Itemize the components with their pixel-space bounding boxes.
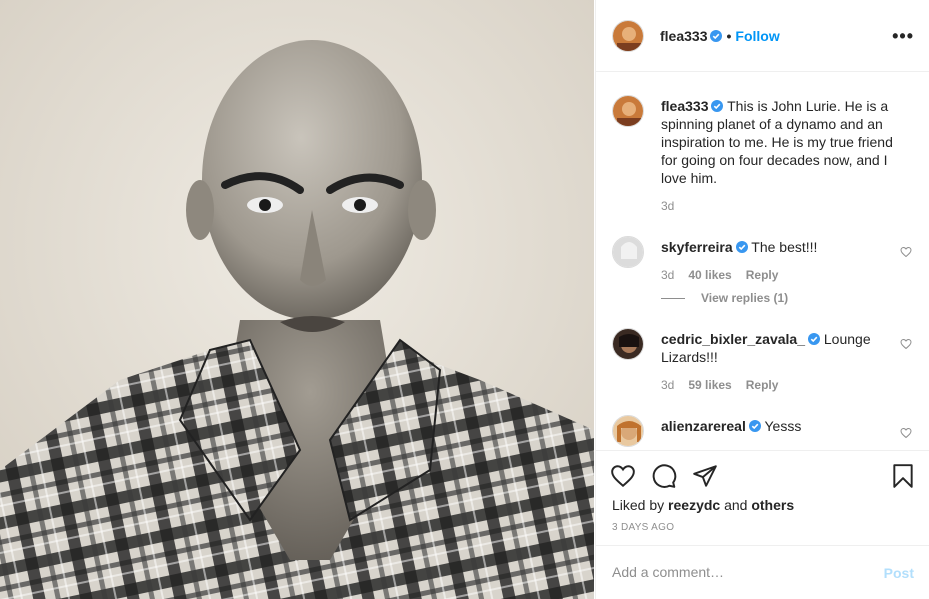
caption-avatar[interactable] (612, 95, 644, 127)
reply-button[interactable]: Reply (746, 268, 779, 282)
comment-text: The best!!! (751, 239, 818, 255)
bookmark-icon[interactable] (890, 463, 916, 489)
verified-badge-icon (710, 30, 723, 42)
comment-meta: 3d 40 likes Reply (661, 268, 778, 282)
add-comment-bar: Post (596, 545, 929, 599)
commenter-avatar[interactable] (612, 415, 644, 447)
more-options-icon[interactable]: ••• (892, 26, 914, 47)
replies-line (661, 298, 685, 300)
post-photo-image (0, 0, 594, 599)
like-comment-heart-icon[interactable] (900, 427, 912, 439)
verified-badge-icon (711, 100, 724, 112)
view-replies-label: View replies (1) (701, 291, 789, 305)
comment-age[interactable]: 3d (661, 378, 674, 392)
comment-body: skyferreira The best!!! (661, 238, 901, 256)
caption-username[interactable]: flea333 (661, 98, 708, 114)
comment-text: Yesss (764, 418, 802, 434)
comment-likes[interactable]: 59 likes (688, 378, 731, 392)
verified-badge-icon (735, 241, 748, 253)
commenter-avatar[interactable] (612, 328, 644, 360)
comment-item: cedric_bixler_zavala_ Lounge Lizards!!! … (612, 328, 912, 398)
comment-username[interactable]: cedric_bixler_zavala_ (661, 331, 805, 347)
post-header: flea333 • Follow ••• (596, 0, 929, 72)
post-comment-button[interactable]: Post (884, 565, 914, 581)
verified-badge-icon (748, 420, 761, 432)
comment-age[interactable]: 3d (661, 268, 674, 282)
comment-item: skyferreira The best!!! 3d 40 likes Reply … (612, 236, 912, 316)
comment-meta: 3d 59 likes Reply (661, 378, 778, 392)
caption: flea333 This is John Lurie. He is a spin… (612, 95, 912, 215)
caption-body: flea333 This is John Lurie. He is a spin… (661, 97, 901, 187)
liked-by-line: Liked by reezydc and others (612, 497, 794, 513)
view-replies-button[interactable]: View replies (1) (661, 291, 788, 305)
commenter-avatar[interactable] (612, 236, 644, 268)
comment-username[interactable]: alienzarereal (661, 418, 746, 434)
comment-body: alienzarereal Yesss (661, 417, 901, 435)
author-avatar[interactable] (612, 20, 644, 52)
post-side-panel: flea333 • Follow ••• flea333 This is John … (595, 0, 929, 599)
post-actions: Liked by reezydc and others 3 DAYS AGO (596, 450, 929, 545)
separator-dot: • (726, 28, 732, 44)
follow-button[interactable]: Follow (735, 28, 779, 44)
comment-input[interactable] (612, 564, 862, 580)
liked-by-prefix: Liked by (612, 497, 665, 513)
liked-by-user[interactable]: reezydc (668, 497, 720, 513)
comment-icon[interactable] (651, 463, 677, 489)
heart-icon[interactable] (610, 463, 636, 489)
comment-body: cedric_bixler_zavala_ Lounge Lizards!!! (661, 330, 901, 366)
caption-meta: 3d (661, 199, 674, 213)
verified-badge-icon (808, 333, 820, 345)
comment-username[interactable]: skyferreira (661, 239, 733, 255)
like-comment-heart-icon[interactable] (900, 246, 912, 258)
author-name-row: flea333 • Follow (660, 28, 780, 44)
like-comment-heart-icon[interactable] (900, 338, 912, 350)
author-username[interactable]: flea333 (660, 28, 707, 44)
reply-button[interactable]: Reply (746, 378, 779, 392)
comment-item: alienzarereal Yesss (612, 415, 912, 449)
caption-age[interactable]: 3d (661, 199, 674, 213)
comment-likes[interactable]: 40 likes (688, 268, 731, 282)
comments-list[interactable]: flea333 This is John Lurie. He is a spin… (596, 73, 929, 449)
share-icon[interactable] (692, 463, 718, 489)
liked-by-conj: and (724, 497, 748, 513)
liked-by-others[interactable]: others (751, 497, 794, 513)
post-photo[interactable] (0, 0, 594, 599)
post-timestamp[interactable]: 3 DAYS AGO (612, 522, 674, 533)
